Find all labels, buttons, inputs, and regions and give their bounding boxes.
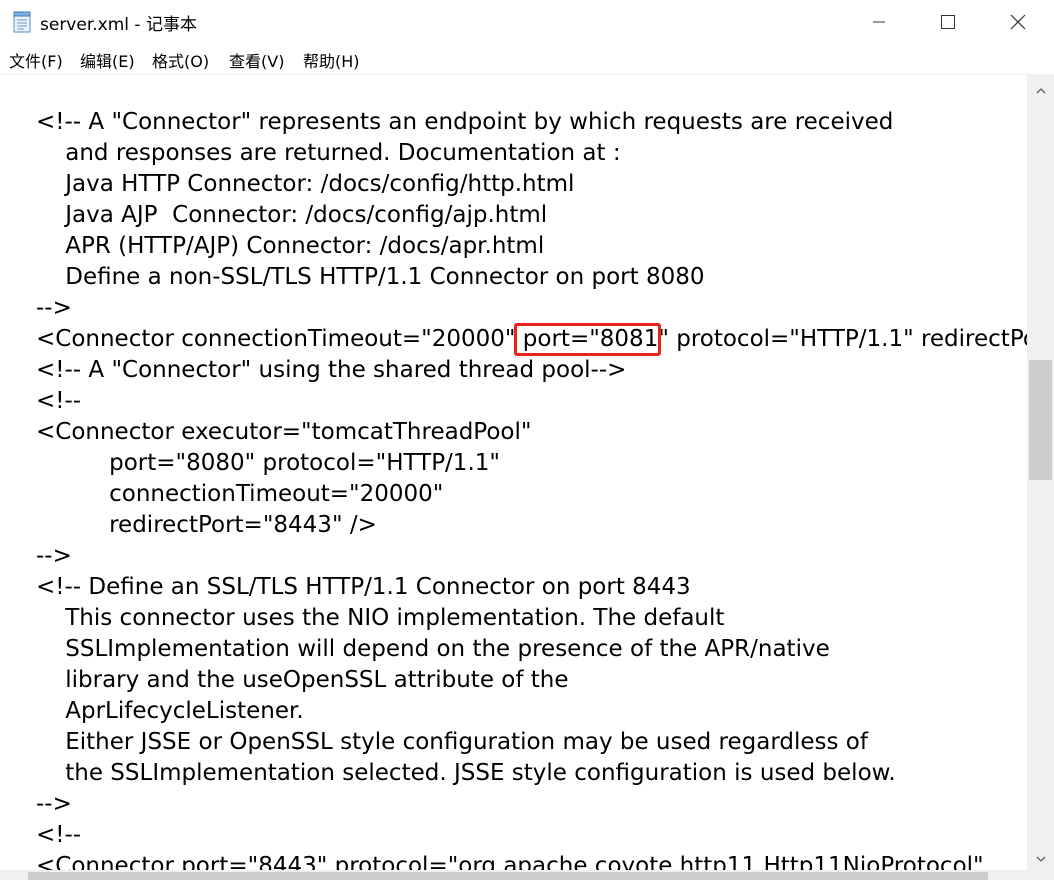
port-highlight-box xyxy=(514,323,661,356)
scroll-up-arrow-icon xyxy=(1036,79,1046,98)
text-line: SSLImplementation will depend on the pre… xyxy=(36,636,830,662)
text-line: Either JSSE or OpenSSL style configurati… xyxy=(36,729,868,755)
text-editor[interactable]: <!-- A "Connector" represents an endpoin… xyxy=(0,75,1027,870)
text-line: library and the useOpenSSL attribute of … xyxy=(36,667,569,693)
horizontal-scrollbar[interactable] xyxy=(0,870,1027,880)
menu-edit[interactable]: 编辑(E) xyxy=(80,48,135,72)
menu-file[interactable]: 文件(F) xyxy=(9,48,63,72)
text-line: port="8080" protocol="HTTP/1.1" xyxy=(36,450,500,476)
text-line: <!-- A "Connector" using the shared thre… xyxy=(36,357,627,383)
vertical-scroll-thumb[interactable] xyxy=(1029,360,1052,480)
text-line: the SSLImplementation selected. JSSE sty… xyxy=(36,760,896,786)
menu-format[interactable]: 格式(O) xyxy=(152,48,209,72)
maximize-icon xyxy=(941,15,955,29)
menu-bar: 文件(F) 编辑(E) 格式(O) 查看(V) 帮助(H) xyxy=(0,44,1054,75)
text-line: <!-- A "Connector" represents an endpoin… xyxy=(36,109,894,135)
text-line: This connector uses the NIO implementati… xyxy=(36,605,725,631)
vertical-scrollbar[interactable] xyxy=(1027,75,1054,870)
text-line: redirectPort="8443" /> xyxy=(36,512,377,538)
scrollbar-corner xyxy=(1027,870,1054,880)
text-line: --> xyxy=(36,295,72,321)
text-line: AprLifecycleListener. xyxy=(36,698,304,724)
text-line: <!-- xyxy=(36,822,82,848)
text-line: --> xyxy=(36,543,72,569)
text-line: APR (HTTP/AJP) Connector: /docs/apr.html xyxy=(36,233,545,259)
minimize-icon xyxy=(873,16,885,28)
text-line: and responses are returned. Documentatio… xyxy=(36,140,621,166)
text-line: Define a non-SSL/TLS HTTP/1.1 Connector … xyxy=(36,264,705,290)
text-line: --> xyxy=(36,791,72,817)
text-line: connectionTimeout="20000" xyxy=(36,481,444,507)
scroll-down-arrow-icon xyxy=(1036,847,1046,866)
text-line: <Connector port="8443" protocol="org.apa… xyxy=(36,853,984,870)
title-bar[interactable]: server.xml - 记事本 xyxy=(0,0,1054,44)
text-line: <Connector executor="tomcatThreadPool" xyxy=(36,419,532,445)
window-title: server.xml - 记事本 xyxy=(40,15,197,35)
maximize-button[interactable] xyxy=(913,0,983,44)
notepad-window: server.xml - 记事本 文件(F) 编辑(E) 格式(O) 查看(V) xyxy=(0,0,1054,880)
horizontal-scroll-thumb[interactable] xyxy=(28,872,988,880)
notepad-icon[interactable] xyxy=(13,11,31,33)
minimize-button[interactable] xyxy=(844,0,914,44)
scroll-down-button[interactable] xyxy=(1027,843,1054,870)
text-line: <!-- xyxy=(36,388,82,414)
menu-help[interactable]: 帮助(H) xyxy=(303,48,360,72)
close-icon xyxy=(1010,14,1026,30)
text-line: <!-- Define an SSL/TLS HTTP/1.1 Connecto… xyxy=(36,574,691,600)
text-line: Java AJP Connector: /docs/config/ajp.htm… xyxy=(36,202,548,228)
scroll-up-button[interactable] xyxy=(1027,75,1054,102)
close-button[interactable] xyxy=(983,0,1053,44)
text-line: Java HTTP Connector: /docs/config/http.h… xyxy=(36,171,575,197)
menu-view[interactable]: 查看(V) xyxy=(229,48,284,72)
